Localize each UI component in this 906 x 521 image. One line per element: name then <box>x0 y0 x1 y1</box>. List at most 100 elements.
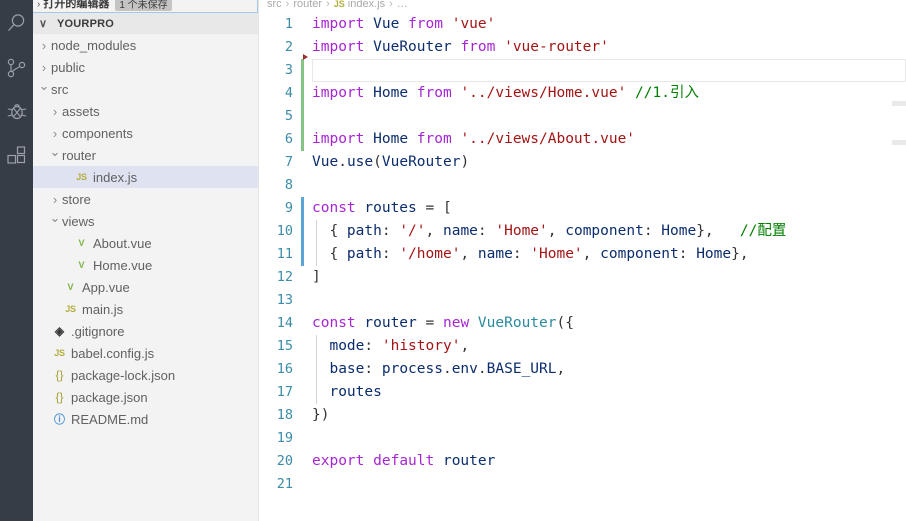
code-token: VueRouter <box>373 39 452 55</box>
code-token: import <box>312 16 365 32</box>
code-line[interactable]: 4 import Home from '../views/Home.vue' //… <box>259 82 906 105</box>
code-line-text: import Vue from 'vue' <box>312 13 495 36</box>
tree-item-label: views <box>62 213 95 229</box>
tree-item-app-vue[interactable]: V App.vue <box>33 276 258 298</box>
tree-item-store[interactable]: › store <box>33 188 258 210</box>
code-token: ] <box>312 269 321 285</box>
code-line[interactable]: 5 <box>259 105 906 128</box>
tree-item-components[interactable]: › components <box>33 122 258 144</box>
code-token: export <box>312 453 365 469</box>
code-line[interactable]: 9 const routes = [ <box>259 197 906 220</box>
code-line[interactable]: 17 routes <box>259 381 906 404</box>
fold-marker-icon[interactable] <box>303 54 308 60</box>
code-line[interactable]: 21 <box>259 473 906 496</box>
chevron-down-icon: ⌄ <box>49 144 61 159</box>
code-line[interactable]: 12] <box>259 266 906 289</box>
open-editors-section-header[interactable]: › 打开的编辑器 1 个未保存 <box>33 0 258 13</box>
debug-icon[interactable] <box>0 90 33 134</box>
code-line[interactable]: 1 import Vue from 'vue' <box>259 13 906 36</box>
tree-item-index-js[interactable]: JS index.js <box>33 166 258 188</box>
tree-item--gitignore[interactable]: ◈ .gitignore <box>33 320 258 342</box>
line-number: 6 <box>284 131 293 147</box>
tree-item-label: About.vue <box>93 235 152 251</box>
tree-item-router[interactable]: ⌄ router <box>33 144 258 166</box>
source-control-icon[interactable] <box>0 46 33 90</box>
tree-item-babel-config-js[interactable]: JS babel.config.js <box>33 342 258 364</box>
line-number: 14 <box>276 315 293 331</box>
json-file-icon: {} <box>55 390 64 404</box>
workspace-folder-header[interactable]: ∨ YOURPRO <box>33 13 258 34</box>
git-file-icon: ◈ <box>54 324 65 338</box>
tree-item-label: public <box>51 59 85 75</box>
tree-item-label: package.json <box>71 389 148 405</box>
code-token: default <box>373 453 435 469</box>
breadcrumb-item[interactable]: src <box>267 0 282 10</box>
code-token: , <box>582 246 601 262</box>
code-line[interactable]: 3 <box>259 54 906 82</box>
tree-item-views[interactable]: ⌄ views <box>33 210 258 232</box>
code-line[interactable]: 19 <box>259 427 906 450</box>
code-line-text: Vue.use(VueRouter) <box>312 151 469 174</box>
extensions-icon[interactable] <box>0 134 33 178</box>
code-line[interactable]: 15 mode: 'history', <box>259 335 906 358</box>
tree-item-label: package-lock.json <box>71 367 176 383</box>
code-token: base <box>329 361 365 377</box>
code-line[interactable]: 18}) <box>259 404 906 427</box>
tree-item-readme-md[interactable]: ⓘ README.md <box>33 408 258 430</box>
code-token: , <box>460 338 470 354</box>
breadcrumb-separator-icon: › <box>389 0 393 10</box>
tree-item-node-modules[interactable]: › node_modules <box>33 34 258 56</box>
overview-ruler[interactable] <box>892 13 906 521</box>
tree-item-assets[interactable]: › assets <box>33 100 258 122</box>
code-line[interactable]: 7 Vue.use(VueRouter) <box>259 151 906 174</box>
code-line[interactable]: 2 import VueRouter from 'vue-router' <box>259 36 906 59</box>
code-token: '/' <box>399 223 426 239</box>
tree-item-public[interactable]: › public <box>33 56 258 78</box>
code-line[interactable]: 8 <box>259 174 906 197</box>
code-line[interactable]: 10 { path: '/', name: 'Home', component:… <box>259 220 906 243</box>
vscode-window: › 打开的编辑器 1 个未保存 ∨ YOURPRO › node_modules ›… <box>0 0 906 521</box>
code-line[interactable]: 6 import Home from '../views/About.vue' <box>259 128 906 151</box>
line-number: 2 <box>284 39 293 55</box>
code-token: { <box>312 246 347 262</box>
code-token: path <box>346 246 382 262</box>
chevron-right-icon: › <box>52 125 58 141</box>
code-token: component <box>600 246 679 262</box>
code-token: '../views/Home.vue' <box>460 85 627 101</box>
tree-item-main-js[interactable]: JS main.js <box>33 298 258 320</box>
extensions-icon-glyph <box>6 146 25 164</box>
code-line-text: { path: '/', name: 'Home', component: Ho… <box>312 220 786 243</box>
code-line[interactable]: 13 <box>259 289 906 312</box>
tree-item-home-vue[interactable]: V Home.vue <box>33 254 258 276</box>
code-line-text: import Home from '../views/About.vue' <box>312 128 635 151</box>
code-editor[interactable]: 1 import Vue from 'vue' 2 import VueRouter … <box>259 13 906 521</box>
code-line[interactable]: 16 base: process.env.BASE_URL, <box>259 358 906 381</box>
code-line[interactable]: 14 const router = new VueRouter({ <box>259 312 906 335</box>
chevron-down-icon: ⌄ <box>49 210 61 225</box>
open-editors-label: 打开的编辑器 <box>43 0 110 10</box>
gutter-change-marker <box>301 105 304 128</box>
line-number: 18 <box>276 407 293 423</box>
code-token: 'vue-router' <box>504 39 609 55</box>
code-token: : <box>643 223 662 239</box>
tree-item-package-json[interactable]: {} package.json <box>33 386 258 408</box>
line-number: 12 <box>276 269 293 285</box>
gutter-change-marker <box>301 220 304 243</box>
chevron-down-icon: ⌄ <box>38 78 50 93</box>
code-token: Home <box>696 246 732 262</box>
tree-item-about-vue[interactable]: V About.vue <box>33 232 258 254</box>
code-token: Home <box>373 85 409 101</box>
breadcrumb-item[interactable]: … <box>397 0 408 10</box>
search-icon[interactable] <box>0 0 33 46</box>
tree-item-src[interactable]: ⌄ src <box>33 78 258 100</box>
breadcrumb-item[interactable]: index.js <box>348 0 385 10</box>
line-number: 20 <box>276 453 293 469</box>
breadcrumb-item[interactable]: router <box>293 0 322 10</box>
code-token: routes <box>364 200 417 216</box>
code-line[interactable]: 11 { path: '/home', name: 'Home', compon… <box>259 243 906 266</box>
code-token: 'history' <box>381 338 461 354</box>
code-line[interactable]: 20 export default router <box>259 450 906 473</box>
tree-item-package-lock-json[interactable]: {} package-lock.json <box>33 364 258 386</box>
debug-icon-glyph <box>7 104 26 120</box>
